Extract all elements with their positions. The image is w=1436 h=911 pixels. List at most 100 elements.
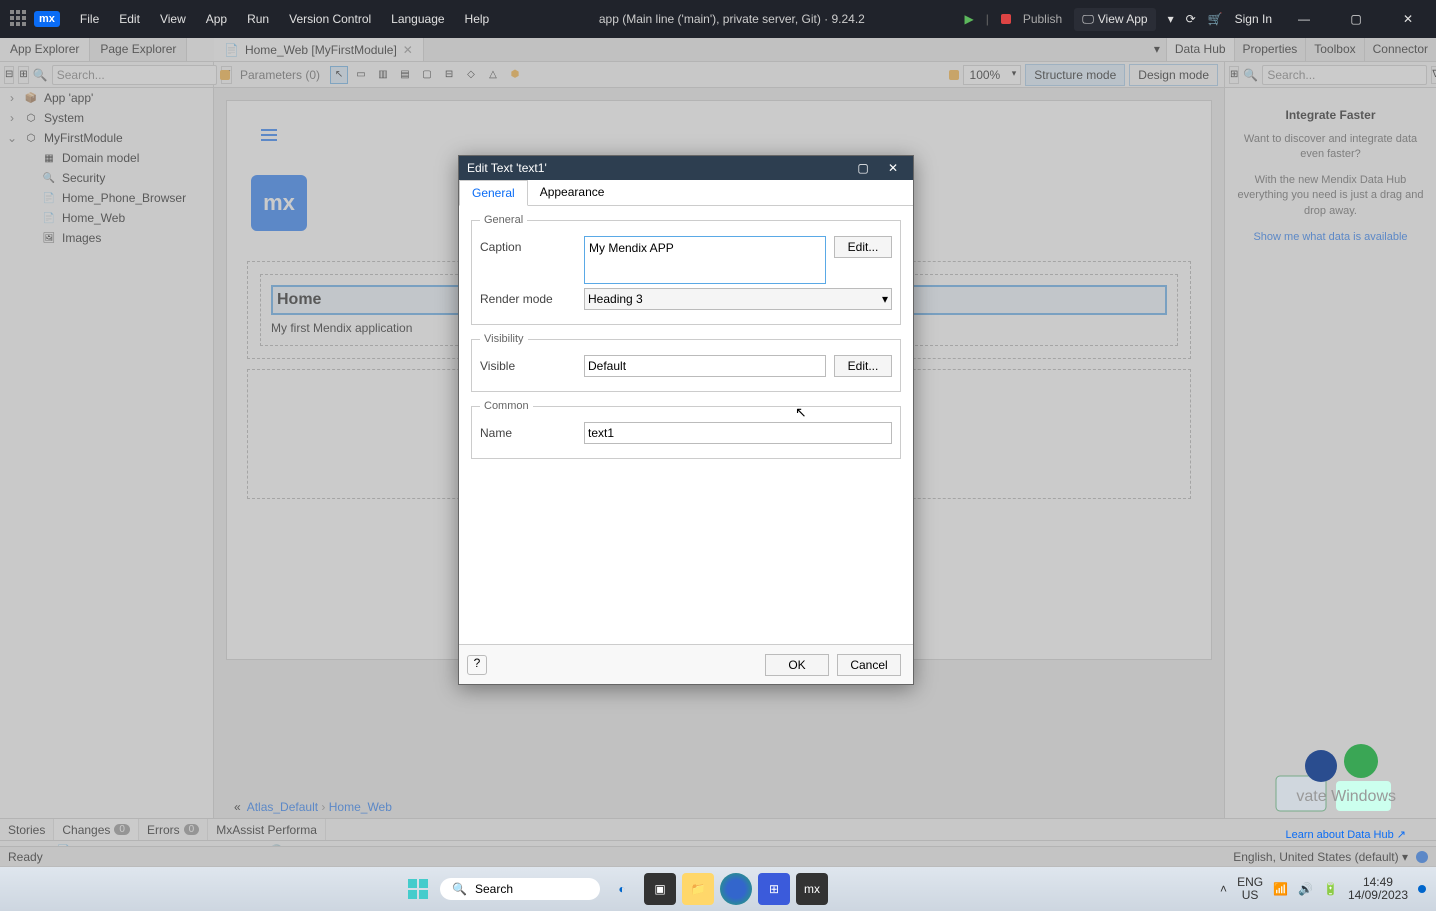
explorer-icon[interactable]: 📁 — [682, 873, 714, 905]
select-tool-icon[interactable]: ↖ — [330, 66, 348, 84]
expand-icon[interactable]: ⌄ — [6, 131, 18, 145]
tree-item[interactable]: ⌄⬡MyFirstModule — [0, 128, 213, 148]
tray-chevron-icon[interactable]: ˄ — [1220, 882, 1227, 896]
tree-item[interactable]: ›📦App 'app' — [0, 88, 213, 108]
menu-run[interactable]: Run — [237, 12, 279, 26]
render-mode-select[interactable]: Heading 3 ▾ — [584, 288, 892, 310]
structure-mode-button[interactable]: Structure mode — [1025, 64, 1125, 86]
edit-caption-button[interactable]: Edit... — [834, 236, 892, 258]
system-tray[interactable]: ˄ ENGUS 📶 🔊 🔋 14:4914/09/2023 — [1220, 876, 1426, 902]
scroll-left-icon[interactable]: « — [234, 800, 241, 814]
menu-file[interactable]: File — [70, 12, 109, 26]
bottom-tab-mxassist performa[interactable]: MxAssist Performa — [208, 819, 326, 840]
notifications-icon[interactable] — [1418, 885, 1426, 893]
tree-label: Images — [62, 231, 101, 245]
copilot-icon[interactable]: ◐ — [606, 873, 638, 905]
menu-version-control[interactable]: Version Control — [279, 12, 381, 26]
taskbar-search[interactable]: 🔍 Search — [440, 878, 600, 900]
explorer-tab-page-explorer[interactable]: Page Explorer — [90, 38, 187, 61]
layout-tool-1-icon[interactable]: ▭ — [352, 66, 370, 84]
layout-tool-5-icon[interactable]: ⊟ — [440, 66, 458, 84]
close-icon[interactable]: ✕ — [1388, 12, 1428, 26]
tree-item[interactable]: ▦Domain model — [0, 148, 213, 168]
menu-app[interactable]: App — [196, 12, 237, 26]
tree-item[interactable]: 📄Home_Phone_Browser — [0, 188, 213, 208]
explorer-tab-app-explorer[interactable]: App Explorer — [0, 38, 90, 61]
layout-tool-7-icon[interactable]: △ — [484, 66, 502, 84]
dialog-tab-appearance[interactable]: Appearance — [528, 180, 617, 205]
dropdown-icon[interactable]: ▾ — [1168, 12, 1174, 26]
layout-tool-6-icon[interactable]: ◇ — [462, 66, 480, 84]
apps-grid-icon[interactable] — [10, 10, 28, 28]
parameters-label[interactable]: Parameters (0) — [234, 68, 326, 82]
datahub-search-input[interactable] — [1262, 65, 1427, 85]
tree-item[interactable]: 🖼Images — [0, 228, 213, 248]
breadcrumb-item[interactable]: Atlas_Default — [247, 800, 318, 814]
document-tab[interactable]: 📄 Home_Web [MyFirstModule] ✕ — [214, 38, 424, 61]
ok-button[interactable]: OK — [765, 654, 829, 676]
design-mode-button[interactable]: Design mode — [1129, 64, 1218, 86]
cart-icon[interactable]: 🛒 — [1208, 12, 1223, 26]
hamburger-icon[interactable] — [261, 129, 277, 141]
publish-button[interactable]: Publish — [1023, 12, 1062, 26]
layout-tool-2-icon[interactable]: ▥ — [374, 66, 392, 84]
show-data-link[interactable]: Show me what data is available — [1253, 231, 1407, 243]
start-icon[interactable] — [402, 873, 434, 905]
name-input[interactable] — [584, 422, 892, 444]
panel-tab-connector[interactable]: Connector — [1364, 38, 1436, 61]
signin-button[interactable]: Sign In — [1235, 12, 1272, 26]
warning-icon[interactable] — [949, 70, 959, 80]
learn-datahub-link[interactable]: Learn about Data Hub ↗ — [1285, 828, 1406, 841]
menu-help[interactable]: Help — [455, 12, 500, 26]
panel-tab-toolbox[interactable]: Toolbox — [1305, 38, 1363, 61]
zoom-select[interactable]: 100% — [963, 65, 1022, 85]
store-icon[interactable]: ⊞ — [758, 873, 790, 905]
run-icon[interactable]: ▶ — [964, 12, 973, 26]
layout-tool-8-icon[interactable]: ⬢ — [506, 66, 524, 84]
volume-icon[interactable]: 🔊 — [1298, 882, 1313, 896]
layout-tool-3-icon[interactable]: ▤ — [396, 66, 414, 84]
layout-tool-4-icon[interactable]: ▢ — [418, 66, 436, 84]
dialog-tab-general[interactable]: General — [459, 180, 528, 206]
view-app-button[interactable]: 🖵 View App — [1074, 8, 1155, 31]
maximize-icon[interactable]: ▢ — [1336, 12, 1376, 26]
minimize-icon[interactable]: — — [1284, 12, 1324, 26]
expand-icon[interactable]: ⊞ — [18, 66, 28, 84]
tab-overflow-icon[interactable]: ▾ — [1148, 38, 1166, 61]
expand-icon[interactable]: › — [6, 91, 18, 105]
taskview-icon[interactable]: ▣ — [644, 873, 676, 905]
refresh-icon[interactable]: ⟳ — [1186, 12, 1196, 26]
explorer-search-input[interactable] — [52, 65, 217, 85]
edge-icon[interactable] — [720, 873, 752, 905]
close-tab-icon[interactable]: ✕ — [403, 43, 413, 57]
tree-item[interactable]: 📄Home_Web — [0, 208, 213, 228]
panel-toggle-icon[interactable]: ⊞ — [1229, 66, 1239, 84]
record-icon[interactable] — [1001, 14, 1011, 24]
help-icon[interactable]: ? — [467, 655, 487, 675]
cancel-button[interactable]: Cancel — [837, 654, 901, 676]
close-icon[interactable]: ✕ — [881, 161, 905, 175]
caption-input[interactable]: My Mendix APP — [584, 236, 826, 284]
menu-edit[interactable]: Edit — [109, 12, 150, 26]
menu-language[interactable]: Language — [381, 12, 454, 26]
edit-visible-button[interactable]: Edit... — [834, 355, 892, 377]
visible-input[interactable] — [584, 355, 826, 377]
tree-item[interactable]: ›⬡System — [0, 108, 213, 128]
mendix-taskbar-icon[interactable]: mx — [796, 873, 828, 905]
collapse-icon[interactable]: ⊟ — [4, 66, 14, 84]
group-label: General — [480, 214, 527, 226]
bottom-tab-errors[interactable]: Errors0 — [139, 819, 208, 840]
maximize-icon[interactable]: ▢ — [851, 161, 875, 175]
language-selector[interactable]: English, United States (default) ▾ — [1233, 850, 1408, 864]
bottom-tab-stories[interactable]: Stories — [0, 819, 54, 840]
menu-view[interactable]: View — [150, 12, 196, 26]
wifi-icon[interactable]: 📶 — [1273, 882, 1288, 896]
breadcrumb-item[interactable]: Home_Web — [329, 800, 392, 814]
tree-item[interactable]: 🔍Security — [0, 168, 213, 188]
panel-tab-data-hub[interactable]: Data Hub — [1166, 38, 1234, 61]
expand-icon[interactable]: › — [6, 111, 18, 125]
bottom-tab-changes[interactable]: Changes0 — [54, 819, 139, 840]
battery-icon[interactable]: 🔋 — [1323, 882, 1338, 896]
filter-icon[interactable]: ∇ — [1431, 66, 1436, 84]
panel-tab-properties[interactable]: Properties — [1234, 38, 1306, 61]
